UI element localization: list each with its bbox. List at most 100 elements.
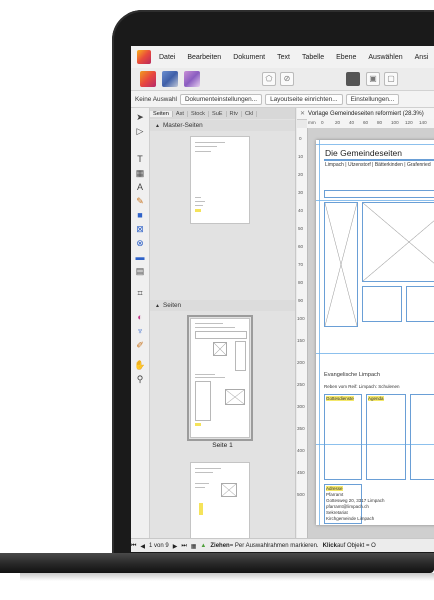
transparency-tool-icon[interactable]: ♆ xyxy=(134,326,146,337)
pen-tool-icon[interactable]: ✎ xyxy=(134,196,146,207)
ruler-unit: mm xyxy=(308,120,316,125)
crop-tool-icon[interactable]: ⌗ xyxy=(134,288,146,299)
text-frame[interactable] xyxy=(324,190,434,198)
tab-seiten[interactable]: Seiten xyxy=(150,110,173,117)
status-hint-bold: Ziehen xyxy=(210,543,230,549)
ruler-tick: 40 xyxy=(349,120,355,125)
designer-persona-icon[interactable] xyxy=(162,71,178,87)
ruler-tick: 100 xyxy=(391,120,399,125)
eraser-icon[interactable]: ⊘ xyxy=(280,72,294,86)
address-line: Gottesweg 20, 3317 Limpach xyxy=(326,498,385,503)
laptop-mockup: Datei Bearbeiten Dokument Text Tabelle E… xyxy=(0,0,434,600)
pointer-tool-icon[interactable]: ➤ xyxy=(134,112,146,123)
ruler-tick: 400 xyxy=(297,448,305,453)
menu-ansicht[interactable]: Ansi xyxy=(415,54,429,61)
shape-tool-icon[interactable]: ■ xyxy=(134,210,146,221)
document-page[interactable]: Die Gemeindeseiten Limpach | Utzenstorf … xyxy=(316,140,434,525)
master-page-thumbnail[interactable] xyxy=(190,136,250,224)
menu-auswaehlen[interactable]: Auswählen xyxy=(368,54,402,61)
tab-sue[interactable]: SuE xyxy=(209,110,227,117)
page-thumbnail-2[interactable] xyxy=(190,462,250,542)
preview-mode-icon[interactable]: ▣ xyxy=(366,72,380,86)
column-label[interactable]: Gottesdienste xyxy=(326,396,354,401)
node-tool-icon[interactable]: ▷ xyxy=(134,126,146,137)
ruler-tick: 0 xyxy=(299,136,302,141)
menu-dokument[interactable]: Dokument xyxy=(233,54,265,61)
menu-tabelle[interactable]: Tabelle xyxy=(302,54,324,61)
status-hint-text: auf Objekt = O xyxy=(336,543,376,549)
hand-tool-icon[interactable]: ✋ xyxy=(134,360,146,371)
layout-setup-button[interactable]: Layoutseite einrichten... xyxy=(265,93,343,105)
ruler-tick: 80 xyxy=(377,120,383,125)
pentagon-icon[interactable]: ⬠ xyxy=(262,72,276,86)
text-tool-icon[interactable]: T xyxy=(134,154,146,165)
page-thumbnail-1[interactable] xyxy=(187,315,253,441)
calendar-icon[interactable]: ▦ xyxy=(191,543,197,550)
document-settings-button[interactable]: Dokumenteinstellungen... xyxy=(179,93,263,105)
fill-tool-icon[interactable]: ◐ xyxy=(134,312,146,323)
context-toolbar: Keine Auswahl Dokumenteinstellungen... L… xyxy=(131,91,434,108)
text-frame[interactable] xyxy=(406,286,434,322)
section-heading[interactable]: Evangelische Limpach xyxy=(324,372,380,378)
preferences-button[interactable]: Einstellungen... xyxy=(345,93,400,105)
menu-text[interactable]: Text xyxy=(277,54,290,61)
ruler-tick: 90 xyxy=(298,298,304,303)
text-frame[interactable] xyxy=(366,394,406,480)
picture-frame[interactable] xyxy=(324,202,358,327)
text-frame[interactable] xyxy=(410,394,434,480)
warning-icon[interactable]: ▲ xyxy=(200,543,206,549)
artistic-text-icon[interactable]: A xyxy=(134,182,146,193)
color-picker-icon[interactable]: ✐ xyxy=(134,340,146,351)
document-canvas[interactable]: Die Gemeindeseiten Limpach | Utzenstorf … xyxy=(308,128,434,538)
ellipse-frame-icon[interactable]: ⊗ xyxy=(134,238,146,249)
menu-ebene[interactable]: Ebene xyxy=(336,54,356,61)
tab-ckl[interactable]: Ckl xyxy=(242,110,258,117)
first-page-icon[interactable]: ⏮ xyxy=(131,543,136,550)
collapse-triangle-icon[interactable]: ▲ xyxy=(155,303,160,309)
page-position: 1 von 9 xyxy=(149,543,169,549)
zoom-tool-icon[interactable]: ⚲ xyxy=(134,374,146,385)
app-logo-icon[interactable] xyxy=(137,50,151,64)
picture-frame[interactable] xyxy=(362,202,434,282)
ruler-tick: 200 xyxy=(297,360,305,365)
ruler-tick: 50 xyxy=(298,226,304,231)
ruler-tick: 450 xyxy=(297,470,305,475)
last-page-icon[interactable]: ⏭ xyxy=(181,543,186,550)
bleed-mode-icon[interactable]: ▢ xyxy=(384,72,398,86)
ruler-tick: 10 xyxy=(298,154,304,159)
page-caption-1: Seite 1 xyxy=(212,442,233,449)
table-tool-icon[interactable]: ▦ xyxy=(134,168,146,179)
pages-header[interactable]: ▲ Seiten xyxy=(150,300,295,311)
tab-rtv[interactable]: Rtv xyxy=(227,110,242,117)
tab-stock[interactable]: Stock xyxy=(188,110,209,117)
status-hint-text: = Per Auswahlrahmen markieren. xyxy=(229,543,319,549)
menu-bearbeiten[interactable]: Bearbeiten xyxy=(187,54,221,61)
status-hint-bold: Klick xyxy=(322,543,337,549)
next-page-icon[interactable]: ▶ xyxy=(173,543,178,550)
section-subheading[interactable]: Reben vom Reif: Limpach: Schulenen xyxy=(324,384,400,389)
address-line: pfarramt@limpach.ch xyxy=(326,504,369,509)
column-label[interactable]: Agenda xyxy=(368,396,384,401)
address-line: Adresse xyxy=(326,486,343,491)
image-tool-icon[interactable]: ▬ xyxy=(134,252,146,263)
text-frame[interactable] xyxy=(324,394,362,480)
frame-mode-icon[interactable] xyxy=(346,72,360,86)
page-subtitle[interactable]: Limpach | Utzenstorf | Bätterkinden | Gr… xyxy=(325,162,431,168)
picture-frame-icon[interactable]: ⊠ xyxy=(134,224,146,235)
tab-ast[interactable]: Ast xyxy=(173,110,188,117)
text-frame[interactable] xyxy=(362,286,402,322)
master-pages-header[interactable]: ▲ Master-Seiten xyxy=(150,120,295,131)
close-icon[interactable]: ✕ xyxy=(300,110,305,117)
previous-page-icon[interactable]: ◀ xyxy=(140,543,145,550)
pages-panel: Seiten Ast Stock SuE Rtv Ckl ▲ Master-Se… xyxy=(150,108,296,542)
vertical-ruler[interactable]: 0 10 20 30 40 50 60 70 80 90 100 150 200… xyxy=(297,128,308,538)
ruler-tick: 60 xyxy=(298,244,304,249)
collapse-triangle-icon[interactable]: ▲ xyxy=(155,123,160,129)
publisher-persona-icon[interactable] xyxy=(140,71,156,87)
ruler-tick: 140 xyxy=(419,120,427,125)
menu-datei[interactable]: Datei xyxy=(159,54,175,61)
ruler-tick: 80 xyxy=(298,280,304,285)
table-frame-icon[interactable]: ▤ xyxy=(134,266,146,277)
page-title[interactable]: Die Gemeindeseiten xyxy=(325,148,402,158)
photo-persona-icon[interactable] xyxy=(184,71,200,87)
